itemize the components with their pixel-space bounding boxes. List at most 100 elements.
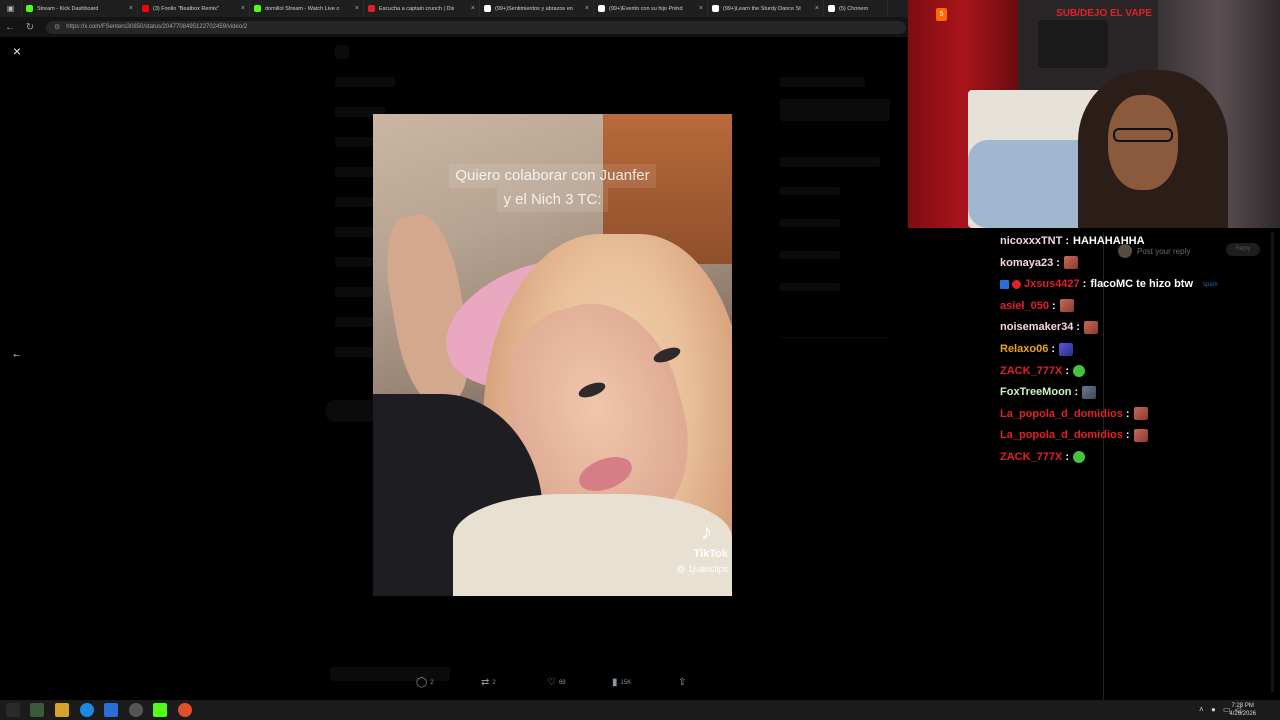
- tab-close-icon[interactable]: ×: [125, 5, 133, 12]
- sidebar-ghost: [780, 219, 840, 227]
- chat-username[interactable]: asiel_050: [1000, 300, 1049, 312]
- sidebar-ghost: [780, 337, 890, 338]
- clock-time: 7:28 PM: [1231, 703, 1254, 709]
- tab-close-icon[interactable]: ×: [811, 5, 819, 12]
- chat-username[interactable]: ZACK_777X: [1000, 365, 1062, 377]
- x-logo-icon: [335, 45, 349, 59]
- webcam-counter-badge: 5: [936, 8, 947, 21]
- chat-emote-icon: [1059, 299, 1074, 313]
- share-action[interactable]: ⇪: [678, 677, 689, 688]
- chat-message: ZACK_777X:: [1000, 362, 1086, 380]
- site-info-icon[interactable]: ⚙: [54, 23, 60, 31]
- chat-message: ZACK_777X:: [1000, 448, 1086, 466]
- tab-title: Stream - Kick Dashboard: [37, 5, 99, 12]
- app-icon[interactable]: [30, 703, 44, 717]
- chat-separator: :: [1076, 321, 1081, 334]
- chat-username[interactable]: nicoxxxTNT: [1000, 235, 1062, 247]
- chat-separator: :: [1051, 343, 1055, 355]
- tab-title: (99+)Sentimientos y abrazos en: [495, 5, 573, 12]
- tab-close-icon[interactable]: ×: [467, 5, 475, 12]
- browser-tab[interactable]: (99+)Everito con su hijo Pnlnd ×: [594, 0, 708, 17]
- post-action-bar: ◯ 2 ⇄ 2 ♡ 69 ▮ 15K ⇪: [400, 677, 700, 695]
- chat-username[interactable]: La_popola_d_domidios: [1000, 429, 1123, 441]
- nav-ghost: [335, 317, 377, 327]
- nav-ghost: [335, 77, 395, 87]
- sidebar-ghost: [780, 187, 840, 195]
- chat-separator: :: [1065, 451, 1070, 463]
- kick-icon[interactable]: [153, 703, 167, 717]
- window-menu-icon[interactable]: ▣: [0, 0, 22, 17]
- webcam-overlay: 5 SUB/DEJO EL VAPE: [908, 0, 1280, 228]
- browser-icon[interactable]: [80, 703, 94, 717]
- tab-title: (99+)Learn the Sturdy Dance St: [723, 5, 801, 12]
- tray-chevron-icon[interactable]: ˄: [1199, 705, 1204, 714]
- browser-tab[interactable]: (5) Chonero: [824, 0, 888, 17]
- chat-username[interactable]: La_popola_d_domidios: [1000, 408, 1123, 420]
- sidebar-ghost: [780, 99, 890, 121]
- tab-close-icon[interactable]: ×: [237, 5, 245, 12]
- tiktok-label: TikTok: [693, 548, 728, 560]
- tab-close-icon[interactable]: ×: [351, 5, 359, 12]
- webcam-banner: SUB/DEJO EL VAPE: [1056, 8, 1152, 19]
- browser-tab[interactable]: domiilol Stream - Watch Live o ×: [250, 0, 364, 17]
- browser-tab[interactable]: Escucha a captain crunch | Dis ×: [364, 0, 480, 17]
- chat-username[interactable]: FoxTreeMoon: [1000, 386, 1072, 398]
- view-count: 15K: [620, 679, 632, 686]
- folder-icon[interactable]: [55, 703, 69, 717]
- repost-action[interactable]: ⇄ 2: [481, 677, 496, 688]
- reload-icon[interactable]: ↻: [20, 22, 40, 33]
- tab-favicon-icon: [142, 5, 149, 12]
- chat-message: komaya23:: [1000, 254, 1078, 272]
- video-caption-line: Quiero colaborar con Juanfer: [449, 164, 656, 188]
- chat-emote-icon: [1063, 256, 1078, 270]
- reply-count: 2: [430, 679, 434, 686]
- like-action[interactable]: ♡ 69: [547, 677, 566, 688]
- sidebar-ghost: [780, 251, 840, 259]
- browser-tab-bar: ▣ Stream - Kick Dashboard × (3) Foolio "Be…: [0, 0, 908, 17]
- sidebar-ghost: [780, 77, 865, 87]
- video-player[interactable]: Quiero colaborar con Juanfer y el Nich 3…: [373, 114, 732, 596]
- chat-username[interactable]: noisemaker34: [1000, 321, 1073, 333]
- chat-message: asiel_050:: [1000, 297, 1074, 315]
- reply-action[interactable]: ◯ 2: [416, 677, 434, 688]
- chat-username[interactable]: Relaxo06: [1000, 343, 1048, 355]
- browser-tab[interactable]: (3) Foolio "Beatbox Remix" ×: [138, 0, 250, 17]
- chat-separator: :: [1065, 235, 1070, 247]
- mic-icon[interactable]: ●: [1211, 705, 1216, 714]
- like-count: 69: [558, 679, 566, 686]
- obs-icon[interactable]: [129, 703, 143, 717]
- url-field[interactable]: ⚙ https://x.com/FSentero30850/status/204…: [46, 20, 906, 34]
- tab-title: (5) Chonero: [839, 5, 869, 12]
- chat-emote-icon: [1082, 385, 1097, 399]
- badge-icon: [1012, 279, 1021, 289]
- chat-message: Jxsus4427: flacoMC te hizo btw: [1000, 275, 1193, 293]
- arrow-left-icon: ←: [11, 348, 23, 360]
- chat-message: Relaxo06:: [1000, 340, 1073, 358]
- back-icon[interactable]: ←: [0, 22, 20, 33]
- previous-media-button[interactable]: ←: [9, 346, 25, 362]
- app-icon[interactable]: [104, 703, 118, 717]
- views-action[interactable]: ▮ 15K: [612, 677, 631, 688]
- browser-tab[interactable]: (99+)Sentimientos y abrazos en ×: [480, 0, 594, 17]
- tab-close-icon[interactable]: ×: [695, 5, 703, 12]
- close-media-button[interactable]: ×: [9, 43, 25, 59]
- tab-close-icon[interactable]: ×: [581, 5, 589, 12]
- chat-emote-icon: [1073, 451, 1086, 463]
- chat-separator: :: [1056, 256, 1060, 269]
- taskbar-clock[interactable]: 7:28 PM 4/26/2026: [1229, 702, 1256, 718]
- browser-tab[interactable]: Stream - Kick Dashboard ×: [22, 0, 138, 17]
- webcam-scene-glasses: [1113, 128, 1173, 142]
- chat-username[interactable]: Jxsus4427: [1024, 278, 1080, 290]
- start-icon[interactable]: [6, 703, 20, 717]
- chat-username[interactable]: komaya23: [1000, 257, 1053, 269]
- video-caption-line: y el Nich 3 TC:: [497, 188, 608, 212]
- chat-separator: :: [1082, 278, 1087, 291]
- chat-emote-icon: [1133, 428, 1148, 442]
- sidebar-ghost: [780, 283, 840, 291]
- chat-emote-icon: [1133, 407, 1148, 421]
- subscriber-badge-icon: [1000, 279, 1009, 289]
- chat-username[interactable]: ZACK_777X: [1000, 451, 1062, 463]
- browser-tab[interactable]: (99+)Learn the Sturdy Dance St ×: [708, 0, 824, 17]
- chrome-icon[interactable]: [178, 703, 192, 717]
- tiktok-logo-icon: ♪: [701, 519, 712, 544]
